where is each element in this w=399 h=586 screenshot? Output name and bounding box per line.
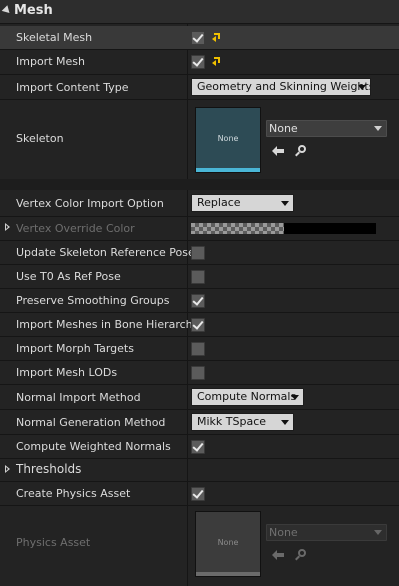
row-normal-import-method: Normal Import Method Compute Normals	[0, 385, 399, 409]
chevron-down-icon	[374, 530, 382, 535]
asset-type-bar	[196, 572, 260, 576]
normal-generation-method-value: Mikk TSpace	[197, 415, 267, 428]
row-physics-asset: Physics Asset None None	[0, 506, 399, 586]
row-import-morph-targets: Import Morph Targets	[0, 337, 399, 360]
row-vertex-color-import-option: Vertex Color Import Option Replace	[0, 191, 399, 215]
vertex-color-import-option-dropdown[interactable]: Replace	[191, 194, 294, 212]
vertex-override-color-swatch[interactable]	[191, 223, 376, 234]
normal-import-method-dropdown[interactable]: Compute Normals	[191, 388, 304, 406]
skeleton-label: Skeleton	[16, 132, 64, 145]
color-block	[284, 223, 376, 234]
chevron-down-icon	[281, 201, 289, 206]
update-skeleton-reference-pose-checkbox[interactable]	[191, 246, 205, 260]
update-skeleton-reference-pose-label: Update Skeleton Reference Pose	[16, 246, 195, 259]
physics-asset-thumbnail[interactable]: None	[195, 511, 261, 577]
row-import-meshes-in-bone-hierarchy: Import Meshes in Bone Hierarchy	[0, 313, 399, 336]
normal-import-method-value: Compute Normals	[197, 390, 297, 403]
preserve-smoothing-groups-label: Preserve Smoothing Groups	[16, 294, 170, 307]
check-icon	[192, 294, 204, 306]
row-import-content-type: Import Content Type Geometry and Skinnin…	[0, 75, 399, 99]
skeletal-mesh-label: Skeletal Mesh	[16, 31, 93, 44]
import-mesh-lods-checkbox[interactable]	[191, 366, 205, 380]
check-icon	[192, 318, 204, 330]
normal-generation-method-label: Normal Generation Method	[16, 416, 166, 429]
use-t0-as-ref-pose-checkbox[interactable]	[191, 270, 205, 284]
import-mesh-lods-label: Import Mesh LODs	[16, 366, 118, 379]
reset-to-default-icon[interactable]	[212, 55, 222, 67]
browse-magnifier-icon[interactable]	[295, 145, 307, 157]
create-physics-asset-label: Create Physics Asset	[16, 487, 131, 500]
row-create-physics-asset: Create Physics Asset	[0, 482, 399, 505]
create-physics-asset-checkbox[interactable]	[191, 487, 205, 501]
skeleton-asset-picker[interactable]: None	[266, 120, 387, 137]
alpha-checker	[191, 223, 284, 234]
check-icon	[192, 487, 204, 499]
mesh-section-header[interactable]: Mesh	[0, 0, 399, 24]
check-icon	[192, 55, 204, 67]
import-meshes-in-bone-hierarchy-checkbox[interactable]	[191, 318, 205, 332]
expanded-arrow-icon[interactable]	[1, 5, 13, 16]
import-mesh-checkbox[interactable]	[191, 55, 205, 69]
browse-magnifier-icon[interactable]	[295, 549, 307, 561]
use-selected-arrow-icon[interactable]	[272, 146, 284, 156]
normal-generation-method-dropdown[interactable]: Mikk TSpace	[191, 413, 294, 431]
row-compute-weighted-normals: Compute Weighted Normals	[0, 435, 399, 458]
chevron-down-icon	[291, 395, 299, 400]
import-mesh-label: Import Mesh	[16, 55, 85, 68]
normal-import-method-label: Normal Import Method	[16, 391, 141, 404]
vertex-color-import-option-value: Replace	[197, 196, 241, 209]
use-selected-arrow-icon[interactable]	[272, 550, 284, 560]
row-preserve-smoothing-groups: Preserve Smoothing Groups	[0, 289, 399, 312]
skeleton-asset-thumbnail[interactable]: None	[195, 107, 261, 173]
section-title: Mesh	[14, 3, 53, 18]
preserve-smoothing-groups-checkbox[interactable]	[191, 294, 205, 308]
reset-to-default-icon[interactable]	[212, 31, 222, 43]
check-icon	[192, 31, 204, 43]
import-content-type-label: Import Content Type	[16, 81, 129, 94]
row-thresholds[interactable]: Thresholds	[0, 459, 399, 481]
skeleton-picker-value: None	[269, 122, 298, 135]
row-use-t0-as-ref-pose: Use T0 As Ref Pose	[0, 265, 399, 288]
physics-thumbnail-text: None	[217, 537, 239, 547]
import-content-type-value: Geometry and Skinning Weights	[197, 80, 371, 93]
asset-type-bar	[196, 168, 260, 172]
import-content-type-dropdown[interactable]: Geometry and Skinning Weights	[191, 78, 371, 96]
details-panel: Skeletal Mesh Import Mesh Import Content…	[0, 24, 399, 586]
chevron-down-icon	[374, 126, 382, 131]
import-morph-targets-checkbox[interactable]	[191, 342, 205, 356]
row-vertex-override-color: Vertex Override Color	[0, 217, 399, 240]
vertex-override-color-label: Vertex Override Color	[16, 222, 135, 235]
row-import-mesh: Import Mesh	[0, 50, 399, 73]
collapsed-arrow-icon[interactable]	[5, 223, 10, 231]
physics-picker-value: None	[269, 526, 298, 539]
category-gap	[0, 179, 399, 190]
check-icon	[192, 440, 204, 452]
thresholds-label: Thresholds	[16, 462, 82, 476]
chevron-down-icon	[358, 85, 366, 90]
row-normal-generation-method: Normal Generation Method Mikk TSpace	[0, 410, 399, 434]
collapsed-arrow-icon[interactable]	[5, 465, 10, 473]
physics-asset-picker[interactable]: None	[266, 524, 387, 541]
row-import-mesh-lods: Import Mesh LODs	[0, 361, 399, 384]
compute-weighted-normals-checkbox[interactable]	[191, 440, 205, 454]
row-update-skeleton-reference-pose: Update Skeleton Reference Pose	[0, 241, 399, 264]
use-t0-as-ref-pose-label: Use T0 As Ref Pose	[16, 270, 121, 283]
import-meshes-in-bone-hierarchy-label: Import Meshes in Bone Hierarchy	[16, 318, 200, 331]
skeleton-thumbnail-text: None	[217, 133, 239, 143]
import-morph-targets-label: Import Morph Targets	[16, 342, 134, 355]
vertex-color-import-option-label: Vertex Color Import Option	[16, 197, 164, 210]
physics-asset-label: Physics Asset	[16, 536, 91, 549]
skeletal-mesh-checkbox[interactable]	[191, 31, 205, 45]
row-skeletal-mesh: Skeletal Mesh	[0, 26, 399, 49]
row-skeleton: Skeleton None None	[0, 100, 399, 178]
chevron-down-icon	[281, 420, 289, 425]
compute-weighted-normals-label: Compute Weighted Normals	[16, 440, 171, 453]
